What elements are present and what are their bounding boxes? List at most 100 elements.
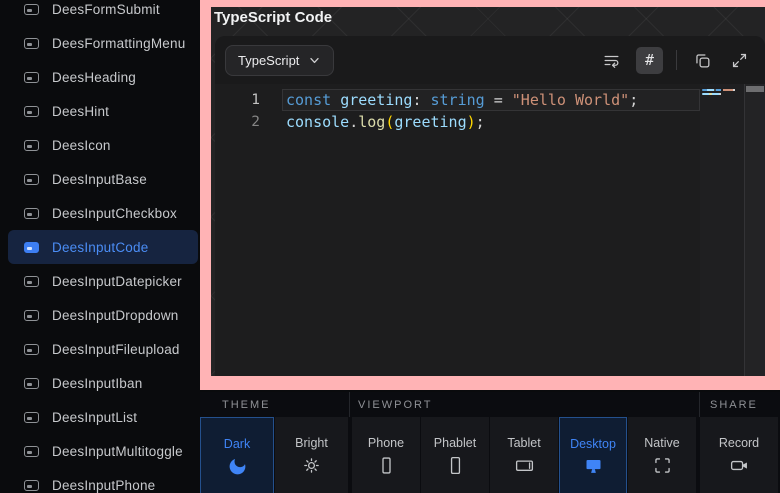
language-dropdown-label: TypeScript	[238, 53, 299, 68]
demo-canvas: TypeScript Code TypeScript	[211, 7, 765, 376]
option-tablet[interactable]: Tablet	[490, 417, 558, 493]
sidebar-item-deesinputmultitoggle[interactable]: DeesInputMultitoggle	[8, 434, 198, 468]
option-record[interactable]: Record	[700, 417, 778, 493]
component-list: DeesFormSubmit DeesFormattingMenu DeesHead…	[0, 0, 200, 493]
sidebar-item-label: DeesInputList	[52, 410, 137, 425]
section-divider	[699, 392, 700, 417]
component-icon	[24, 310, 39, 321]
sidebar-item-label: DeesInputBase	[52, 172, 147, 187]
toolbar-group-viewport: PhonePhabletTablet Desktop Native	[352, 417, 696, 493]
sidebar-item-deesinputiban[interactable]: DeesInputIban	[8, 366, 198, 400]
code-token-variable: greeting	[394, 113, 466, 131]
code-token-plain	[421, 91, 430, 109]
sidebar-item-label: DeesFormattingMenu	[52, 36, 185, 51]
component-icon	[24, 446, 39, 457]
component-icon	[24, 276, 39, 287]
minimap-line	[702, 89, 739, 91]
option-dark[interactable]: Dark	[200, 417, 274, 493]
code-token-keyword: const	[286, 91, 331, 109]
component-icon	[24, 72, 39, 83]
line-number: 1	[215, 89, 260, 111]
code-token-string: "Hello World"	[512, 91, 629, 109]
sidebar-item-deesinputcheckbox[interactable]: DeesInputCheckbox	[8, 196, 198, 230]
scrollbar[interactable]	[744, 84, 765, 376]
phone-icon	[376, 455, 397, 476]
sidebar-item-deesinputdatepicker[interactable]: DeesInputDatepicker	[8, 264, 198, 298]
sidebar-item-deesheading[interactable]: DeesHeading	[8, 60, 198, 94]
word-wrap-icon	[602, 51, 621, 70]
line-numbers-button[interactable]: #	[636, 47, 663, 74]
option-label: Desktop	[570, 437, 616, 451]
option-label: Bright	[295, 436, 328, 450]
sidebar-item-label: DeesInputDatepicker	[52, 274, 182, 289]
sidebar-item-label: DeesInputCode	[52, 240, 148, 255]
sidebar-item-label: DeesHint	[52, 104, 109, 119]
sidebar-item-deesinputlist[interactable]: DeesInputList	[8, 400, 198, 434]
chevron-down-icon	[308, 54, 321, 67]
toolbar-group-share: Record	[700, 417, 778, 493]
scrollbar-thumb[interactable]	[746, 86, 764, 92]
sidebar-item-label: DeesIcon	[52, 138, 111, 153]
code-line[interactable]: 1const greeting: string = "Hello World";	[215, 89, 700, 111]
sidebar-item-label: DeesInputPhone	[52, 478, 155, 493]
option-label: Dark	[224, 437, 250, 451]
line-numbers-icon: #	[645, 51, 654, 69]
copy-icon	[693, 51, 712, 70]
sidebar-item-deesinputcode[interactable]: DeesInputCode	[8, 230, 198, 264]
sidebar-item-deesinputdropdown[interactable]: DeesInputDropdown	[8, 298, 198, 332]
sidebar-item-deesinputfileupload[interactable]: DeesInputFileupload	[8, 332, 198, 366]
option-desktop[interactable]: Desktop	[559, 417, 627, 493]
option-bright[interactable]: Bright	[275, 417, 348, 493]
code-token-keyword: string	[431, 91, 485, 109]
sidebar-item-deesicon[interactable]: DeesIcon	[8, 128, 198, 162]
code-token-bracket: )	[467, 113, 476, 131]
toolbar-divider	[676, 50, 677, 70]
code-token-plain: =	[485, 91, 512, 109]
option-phablet[interactable]: Phablet	[421, 417, 489, 493]
component-icon	[24, 344, 39, 355]
sidebar-item-deesinputbase[interactable]: DeesInputBase	[8, 162, 198, 196]
sidebar-item-label: DeesInputMultitoggle	[52, 444, 183, 459]
section-divider	[349, 392, 350, 417]
code-area[interactable]: 1const greeting: string = "Hello World";…	[215, 84, 765, 376]
share-section-label: SHARE	[710, 399, 758, 411]
line-number: 2	[215, 111, 260, 133]
minimap[interactable]	[700, 84, 745, 376]
option-phone[interactable]: Phone	[352, 417, 420, 493]
sidebar-item-deeshint[interactable]: DeesHint	[8, 94, 198, 128]
option-native[interactable]: Native	[628, 417, 696, 493]
sidebar-item-deesinputphone[interactable]: DeesInputPhone	[8, 468, 198, 493]
sidebar-item-deesformsubmit[interactable]: DeesFormSubmit	[8, 0, 198, 26]
phablet-icon	[445, 455, 466, 476]
component-icon	[24, 106, 39, 117]
component-icon	[24, 4, 39, 15]
toolbar-header: THEME VIEWPORT SHARE	[200, 392, 780, 417]
minimap-line	[702, 93, 728, 95]
component-icon	[24, 208, 39, 219]
component-icon	[24, 174, 39, 185]
app: DeesFormSubmit DeesFormattingMenu DeesHead…	[0, 0, 780, 493]
option-label: Record	[719, 436, 759, 450]
code-line[interactable]: 2console.log(greeting);	[215, 111, 700, 133]
code-lines: 1const greeting: string = "Hello World";…	[215, 84, 700, 133]
sidebar-item-label: DeesInputFileupload	[52, 342, 180, 357]
component-icon	[24, 378, 39, 389]
sidebar-item-label: DeesFormSubmit	[52, 2, 160, 17]
sidebar-item-label: DeesHeading	[52, 70, 136, 85]
sidebar: DeesFormSubmit DeesFormattingMenu DeesHead…	[0, 0, 200, 493]
copy-button[interactable]	[690, 48, 714, 72]
demo-frame: TypeScript Code TypeScript	[200, 0, 780, 390]
expand-button[interactable]	[727, 48, 751, 72]
sun-icon	[301, 455, 322, 476]
code-token-plain: ;	[476, 113, 485, 131]
word-wrap-button[interactable]	[599, 48, 623, 72]
tablet-icon	[514, 455, 535, 476]
sidebar-item-label: DeesInputIban	[52, 376, 142, 391]
component-icon	[24, 140, 39, 151]
desktop-icon	[583, 456, 604, 477]
sidebar-item-deesformattingmenu[interactable]: DeesFormattingMenu	[8, 26, 198, 60]
code-token-plain: .	[349, 113, 358, 131]
record-icon	[729, 455, 750, 476]
language-dropdown[interactable]: TypeScript	[225, 45, 334, 76]
component-icon	[24, 480, 39, 491]
